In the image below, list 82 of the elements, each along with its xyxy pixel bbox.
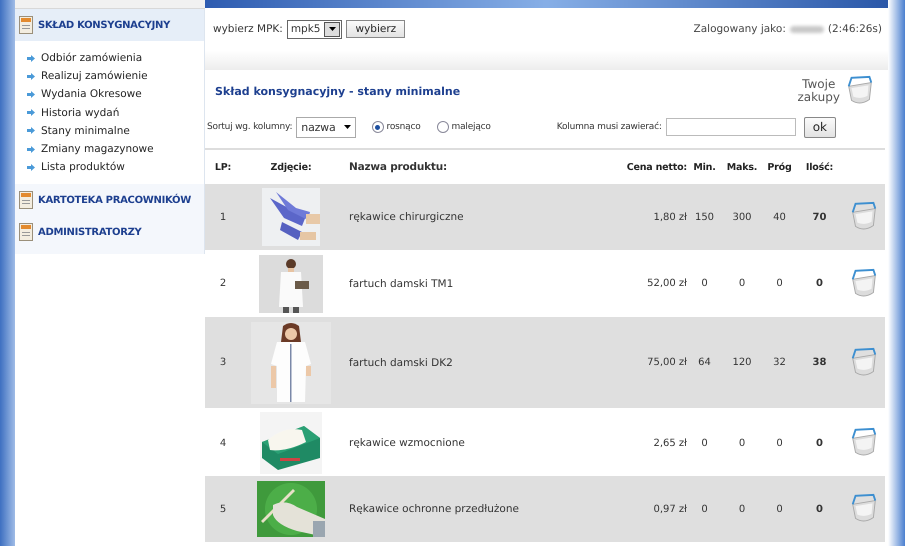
table-cell-text: 32 [772, 357, 787, 368]
column-header: Zdjęcie: [270, 162, 312, 172]
document-icon [19, 191, 33, 210]
choose-button[interactable]: wybierz [346, 20, 406, 38]
table-cell-text: 40 [772, 212, 787, 222]
cart-link[interactable]: Twoje zakupy [797, 78, 840, 104]
table-cell-text: 0 [738, 438, 746, 448]
mpk-select[interactable]: mpk5 [286, 20, 342, 38]
table-cell-text: 0 [700, 278, 709, 289]
column-header: Ilość: [804, 162, 834, 172]
mpk-label: wybierz MPK: [213, 23, 283, 35]
table-cell-text: 0 [738, 278, 746, 289]
quantity-cell-text: 70 [812, 212, 828, 222]
arrow-icon [27, 54, 35, 62]
sidebar-item[interactable]: Lista produktów [27, 158, 204, 176]
ok-button[interactable]: ok [804, 116, 836, 138]
arrow-icon [27, 90, 35, 98]
page-title: Skład konsygnacyjny - stany minimalne [215, 84, 460, 98]
product-name: fartuch damski DK2 [348, 356, 454, 368]
radio-button[interactable] [372, 121, 384, 133]
quantity-cell-text: 0 [815, 278, 824, 289]
table-cell-text: 0 [738, 504, 746, 514]
radio-label: rosnąco [386, 122, 421, 132]
price-cell-text: 52,00 zł [646, 278, 687, 289]
table-cell-text: 4 [218, 438, 228, 448]
sort-label: Sortuj wg. kolumny: [207, 122, 292, 132]
table-cell-text: 0 [775, 438, 784, 448]
table-cell-text: 5 [218, 504, 228, 514]
column-header: Nazwa produktu: [348, 161, 448, 173]
column-header: Cena netto: [626, 162, 687, 172]
session-time: (2:46:26s) [828, 23, 882, 35]
product-name: Rękawice ochronne przedłużone [348, 503, 520, 515]
table-cell-text: 0 [775, 278, 784, 289]
table-cell-text: 64 [697, 357, 712, 368]
price-cell-text: 1,80 zł [652, 212, 687, 222]
document-icon [19, 16, 33, 34]
table-cell-text: 1 [218, 212, 228, 222]
caret-icon [344, 125, 351, 129]
redacted-username [790, 26, 824, 32]
product-name: fartuch damski TM1 [348, 278, 454, 290]
sidebar-section[interactable]: KARTOTEKA PRACOWNIKÓW [15, 184, 204, 216]
price-cell-text: 0,97 zł [652, 504, 687, 514]
arrow-icon [27, 146, 35, 153]
table-cell-text: 0 [775, 504, 784, 514]
table-cell-text: 300 [731, 212, 753, 222]
arrow-icon [27, 109, 35, 116]
table-cell-text: 3 [218, 357, 228, 368]
sidebar-section[interactable]: ADMINISTRATORZY [15, 216, 204, 248]
arrow-icon [27, 164, 35, 171]
sidebar-item[interactable]: Stany minimalne [27, 122, 204, 140]
arrow-icon [27, 72, 35, 80]
radio-label: malejąco [452, 122, 491, 132]
quantity-cell-text: 0 [815, 504, 824, 514]
sidebar-section[interactable]: SKŁAD KONSYGNACYJNY [15, 9, 204, 41]
sidebar-item[interactable]: Historia wydań [27, 104, 204, 122]
table-cell-text: 0 [700, 504, 709, 514]
product-name: rękawice chirurgiczne [348, 211, 465, 223]
column-header: LP: [214, 162, 232, 172]
sidebar-item[interactable]: Odbiór zamówienia [27, 49, 204, 68]
product-name: rękawice wzmocnione [348, 437, 466, 449]
table-cell-text: 0 [700, 438, 709, 448]
sidebar-item[interactable]: Wydania Okresowe [27, 85, 204, 104]
column-header: Maks. [726, 162, 758, 172]
column-header: Min. [692, 162, 717, 172]
sort-select[interactable]: nazwa [296, 116, 356, 138]
document-icon [19, 223, 33, 242]
filter-field[interactable] [666, 118, 796, 136]
price-cell-text: 2,65 zł [652, 438, 687, 448]
price-cell-text: 75,00 zł [646, 357, 687, 368]
arrow-icon [27, 127, 35, 134]
sidebar-item[interactable]: Realizuj zamówienie [27, 67, 204, 86]
radio-button[interactable] [436, 121, 449, 133]
table-cell-text: 2 [218, 278, 228, 289]
quantity-cell-text: 38 [812, 357, 828, 368]
filter-label: Kolumna musi zawierać: [556, 122, 662, 132]
table-cell-text: 150 [694, 212, 716, 222]
quantity-cell-text: 0 [815, 438, 824, 448]
column-header: Próg [766, 162, 793, 172]
table-cell-text: 120 [731, 357, 753, 368]
sidebar-item[interactable]: Zmiany magazynowe [27, 140, 204, 158]
caret-icon [328, 27, 336, 31]
login-label: Zalogowany jako: [694, 23, 786, 35]
